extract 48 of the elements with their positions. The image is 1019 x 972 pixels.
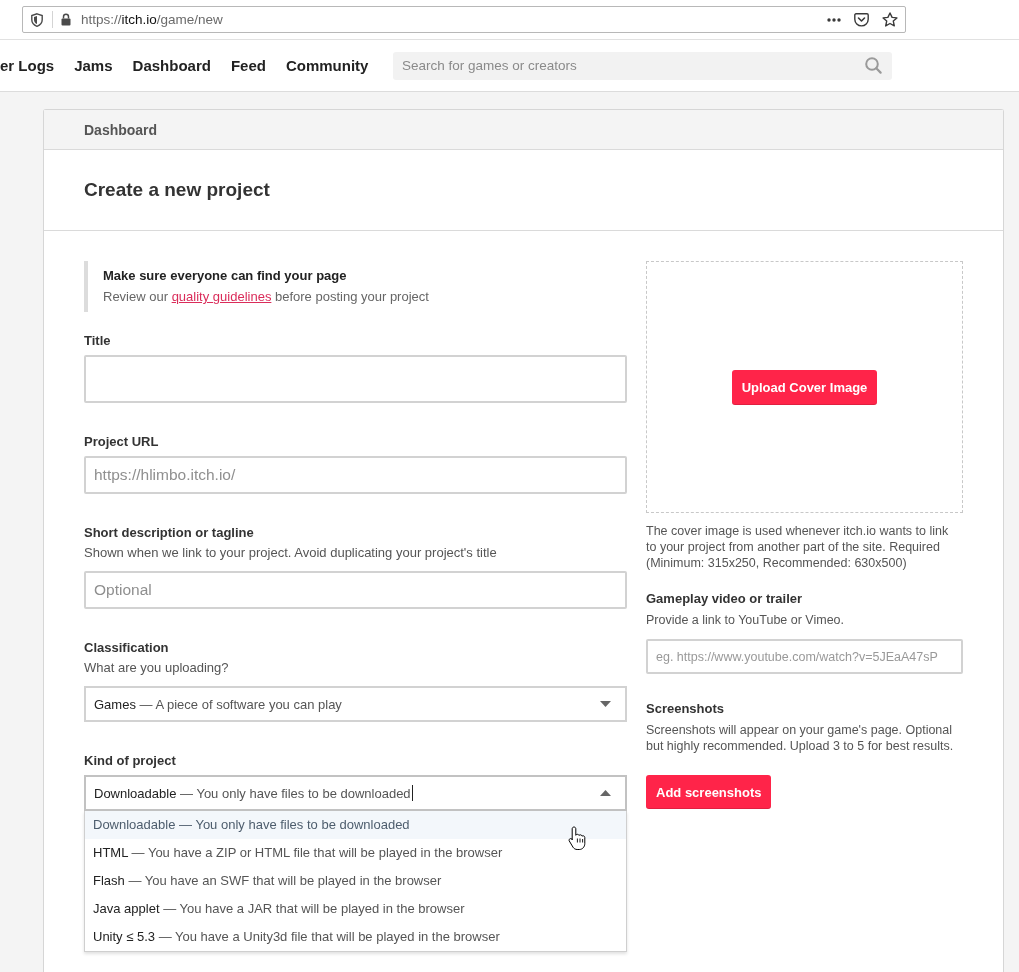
- nav-link[interactable]: Jams: [74, 57, 113, 74]
- dropdown-option[interactable]: Flash — You have an SWF that will be played in the browser: [85, 867, 626, 895]
- text-input[interactable]: https://hlimbo.itch.io/: [84, 456, 627, 494]
- notice-title: Make sure everyone can find your page: [103, 267, 348, 285]
- caret-down-icon: [600, 701, 611, 707]
- dropdown-option[interactable]: Java applet — You have a JAR that will be played in the browser: [85, 895, 626, 923]
- section-hint: Provide a link to YouTube or Vimeo.: [646, 612, 846, 629]
- cover-drop-area[interactable]: Upload Cover Image: [646, 261, 963, 513]
- dropdown-option[interactable]: HTML — You have a ZIP or HTML file that will be played in the browser: [85, 839, 626, 867]
- field-label: Short description or tagline: [84, 524, 255, 542]
- shield-icon[interactable]: [31, 12, 43, 27]
- cover-caption: The cover image is used whenever itch.io wants to link to your project from another part of the site. Required (Minimum: 315x250, Recommended: 630x500): [646, 523, 950, 571]
- chevron-badge-icon[interactable]: [854, 12, 869, 27]
- dropdown-option[interactable]: Unity ≤ 5.3 — You have a Unity3d file that will be played in the browser: [85, 923, 626, 951]
- more-icon[interactable]: [827, 17, 841, 22]
- select-field[interactable]: Games — A piece of software you can play: [84, 686, 627, 722]
- field-label: Classification: [84, 639, 170, 657]
- nav-link[interactable]: Feed: [230, 57, 266, 74]
- notice-text: Review our quality guidelines before posting your project: [103, 288, 430, 306]
- guidelines-link[interactable]: quality guidelines: [171, 289, 272, 304]
- caret-up-icon: [600, 790, 611, 796]
- text-input[interactable]: Optional: [84, 571, 627, 609]
- section-hint: Screenshots will appear on your game's page. Optional but highly recommended. Upload 3 to 5 for best results.: [646, 722, 955, 754]
- field-label: Project URL: [84, 433, 160, 451]
- text-cursor-icon: [411, 785, 413, 801]
- section-label: Screenshots: [646, 700, 726, 718]
- section-label: Gameplay video or trailer: [646, 590, 804, 608]
- star-icon[interactable]: [882, 12, 898, 27]
- url-text[interactable]: https://itch.io/game/new: [81, 12, 223, 27]
- dropdown-option[interactable]: Downloadable — You only have files to be downloaded: [85, 811, 626, 839]
- page-heading: Create a new project: [84, 179, 270, 201]
- nav-link[interactable]: er Logs: [0, 57, 55, 74]
- address-bar[interactable]: https://itch.io/game/new: [22, 6, 906, 33]
- field-hint: What are you uploading?: [84, 659, 230, 677]
- field-label: Title: [84, 332, 112, 350]
- video-link-input[interactable]: eg. https://www.youtube.com/watch?v=5JEaA47sP: [646, 639, 963, 674]
- lock-icon[interactable]: [61, 13, 71, 26]
- upload-cover-button[interactable]: Upload Cover Image: [731, 369, 878, 405]
- text-input[interactable]: [84, 355, 627, 403]
- nav-link[interactable]: Dashboard: [132, 57, 211, 74]
- add-screenshots-button[interactable]: Add screenshots: [646, 775, 772, 809]
- section-title: Dashboard: [84, 121, 158, 138]
- search-field[interactable]: Search for games or creators: [393, 51, 892, 80]
- select-field[interactable]: Downloadable — You only have files to be downloaded: [84, 775, 627, 811]
- hand-cursor-icon: [568, 826, 586, 851]
- field-hint: Shown when we link to your project. Avoid duplicating your project's title: [84, 544, 498, 562]
- field-label: Kind of project: [84, 752, 177, 770]
- nav-link[interactable]: Community: [285, 57, 369, 74]
